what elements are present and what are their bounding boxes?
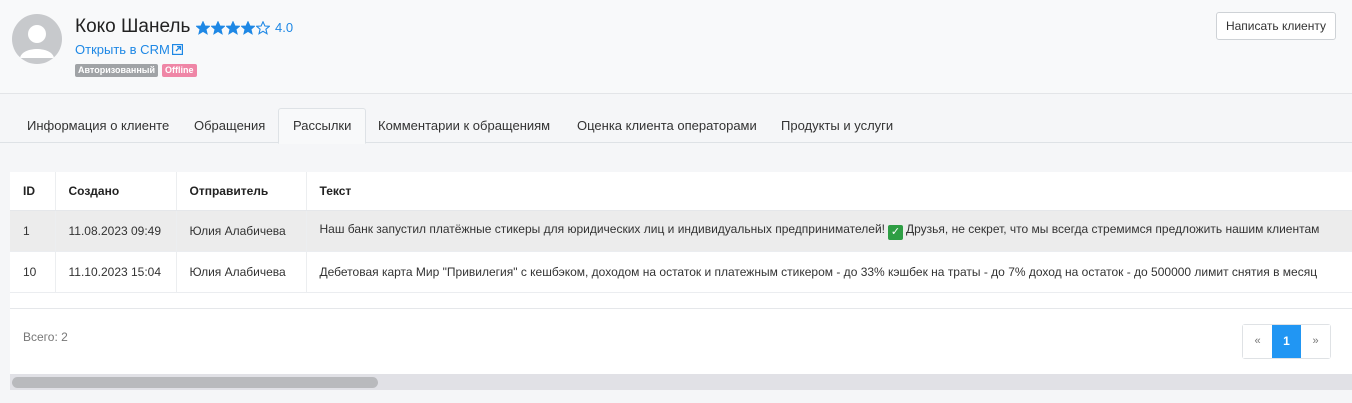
column-header-sender[interactable]: Отправитель [176,172,307,211]
star-filled-icon [196,20,210,35]
star-filled-icon [226,20,240,35]
external-link-icon [171,44,183,55]
mailings-panel: ID Создано Отправитель Текст 1 11.08.202… [10,172,1352,390]
table-footer-divider [10,308,1352,309]
tab-operator-rating[interactable]: Оценка клиента операторами [563,108,771,143]
column-header-id[interactable]: ID [10,172,56,211]
text-part: Дебетовая карта Мир "Привилегия" с кешбэ… [319,264,1318,279]
text-part: Наш банк запустил платёжные стикеры для … [319,221,886,236]
pager-next-button[interactable]: » [1301,325,1330,358]
tab-products-services[interactable]: Продукты и услуги [767,108,907,143]
tab-requests[interactable]: Обращения [180,108,279,143]
star-empty-icon [256,20,270,35]
client-name: Коко Шанель [75,16,191,37]
write-client-button[interactable]: Написать клиенту [1215,12,1336,40]
pager-prev-button[interactable]: « [1243,325,1272,358]
cell-text: Наш банк запустил платёжные стикеры для … [306,210,1352,252]
star-filled-icon [211,20,225,35]
cell-text: Дебетовая карта Мир "Привилегия" с кешбэ… [306,251,1352,293]
open-crm-label: Открыть в CRM [75,42,170,57]
open-crm-link[interactable]: Открыть в CRM [75,42,183,57]
star-filled-icon [241,20,255,35]
status-badge-offline: Offline [162,64,197,77]
rating-value: 4.0 [275,20,294,35]
client-rating: 4.0 [196,20,293,35]
pagination: « 1 » [1242,324,1331,359]
checkmark-icon: ✓ [888,224,903,240]
column-header-created[interactable]: Создано [55,172,177,211]
tab-client-info[interactable]: Информация о клиенте [13,108,183,143]
table-header-row: ID Создано Отправитель Текст [10,172,1352,211]
cell-created: 11.08.2023 09:49 [55,210,177,252]
cell-id: 1 [10,210,56,252]
client-header: Коко Шанель 4.0 Открыть в CRM Авторизова… [0,0,1352,94]
mailings-table: ID Создано Отправитель Текст 1 11.08.202… [10,172,1352,293]
text-part: Друзья, не секрет, что мы всегда стремим… [906,221,1320,236]
avatar-icon [12,14,62,64]
cell-sender: Юлия Алабичева [176,210,307,252]
table-row[interactable]: 1 11.08.2023 09:49 Юлия Алабичева Наш ба… [10,210,1352,252]
pager-page-1[interactable]: 1 [1272,325,1301,358]
table-row[interactable]: 10 11.10.2023 15:04 Юлия Алабичева Дебет… [10,251,1352,293]
status-badge-authorized: Авторизованный [75,64,158,77]
cell-id: 10 [10,251,56,293]
horizontal-scrollbar[interactable] [10,374,1352,390]
client-badges: Авторизованный Offline [75,64,201,77]
cell-created: 11.10.2023 15:04 [55,251,177,293]
scrollbar-thumb[interactable] [12,377,378,388]
cell-sender: Юлия Алабичева [176,251,307,293]
tab-request-comments[interactable]: Комментарии к обращениям [364,108,564,143]
total-count: Всего: 2 [23,330,68,344]
rating-stars [196,20,271,35]
column-header-text[interactable]: Текст [306,172,1352,211]
tab-mailings[interactable]: Рассылки [278,108,367,144]
client-tabs: Информация о клиенте Обращения Рассылки … [0,108,1352,144]
